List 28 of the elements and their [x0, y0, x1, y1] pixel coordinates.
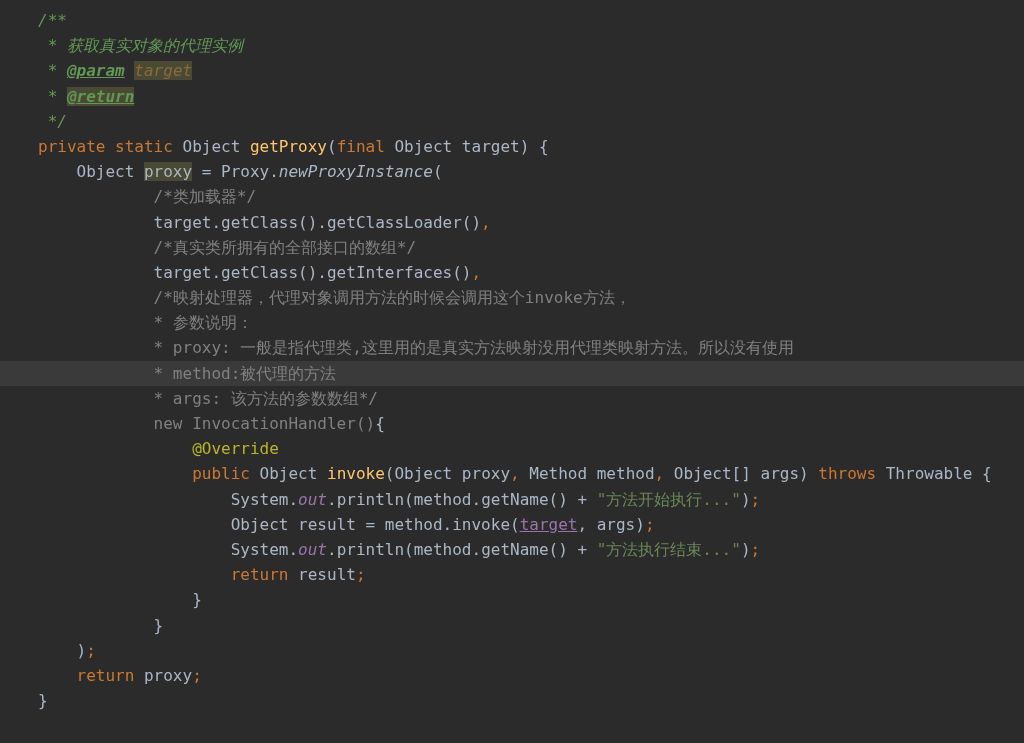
code-line: /*映射处理器，代理对象调用方法的时候会调用这个invoke方法， [152, 288, 631, 308]
code-line: /*真实类所拥有的全部接口的数组*/ [152, 237, 417, 257]
code-line: ); [75, 640, 96, 660]
code-line: Object result = method.invoke(target, args); [229, 514, 655, 534]
code-line: * method:被代理的方法 [152, 363, 337, 383]
code-line: } [191, 590, 202, 610]
code-line: target.getClass().getClassLoader(), [152, 212, 491, 232]
code-line: System.out.println(method.getName() + "方法开始执行..."); [229, 489, 761, 509]
code-line: Object proxy = Proxy.newProxyInstance( [75, 162, 443, 182]
code-line: return result; [229, 565, 366, 585]
code-line: target.getClass().getInterfaces(), [152, 262, 482, 282]
code-line: public Object invoke(Object proxy, Method method, Object[] args) throws Throwable { [191, 464, 992, 484]
code-line: * proxy: 一般是指代理类,这里用的是真实方法映射没用代理类映射方法。所以没有使用 [152, 338, 794, 358]
code-line: * 参数说明： [152, 313, 253, 333]
code-line: @Override [191, 439, 279, 459]
code-line: /*类加载器*/ [152, 187, 257, 207]
code-line: System.out.println(method.getName() + "方法执行结束..."); [229, 539, 761, 559]
code-line: private static Object getProxy(final Object target) { [38, 136, 549, 156]
code-line: } [152, 615, 164, 635]
code-line: /** [38, 11, 67, 30]
code-line: return proxy; [75, 665, 202, 685]
code-line: * 获取真实对象的代理实例 [46, 36, 243, 56]
code-line: * @param target [46, 61, 193, 81]
code-line: * @return [46, 86, 135, 106]
code-line: } [38, 691, 48, 711]
code-line: * args: 该方法的参数数组*/ [152, 388, 378, 408]
code-line: new InvocationHandler(){ [152, 414, 385, 433]
code-line: */ [46, 111, 67, 131]
